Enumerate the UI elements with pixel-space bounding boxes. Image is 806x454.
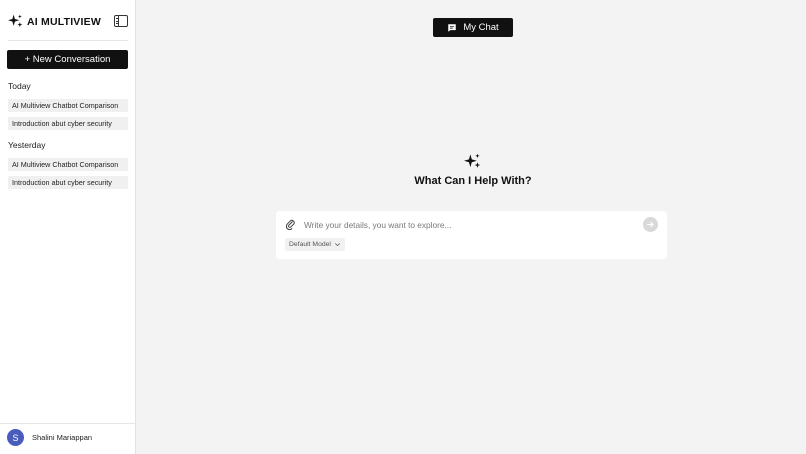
sidebar: AI MULTIVIEW + New Conversation Today AI… [0,0,136,454]
new-conversation-button[interactable]: + New Conversation [7,50,128,69]
user-name[interactable]: Shalini Mariappan [32,433,92,442]
sparkle-icon [464,153,481,168]
avatar[interactable]: S [7,429,24,446]
brand-name: AI MULTIVIEW [27,15,101,28]
conversation-item[interactable]: Introduction abut cyber security [8,117,128,130]
divider [8,40,128,41]
conversation-item[interactable]: AI Multiview Chatbot Comparison [8,99,128,112]
divider [0,423,136,424]
page-title: What Can I Help With? [414,175,532,187]
sidebar-toggle-icon[interactable] [114,15,128,27]
chevron-down-icon [335,243,340,247]
chat-bubble-icon [448,23,457,32]
section-label-today: Today [8,81,31,91]
model-select[interactable]: Default Model [285,238,345,251]
send-icon [646,221,654,228]
brand[interactable]: AI MULTIVIEW [8,14,101,29]
message-input[interactable] [304,217,634,232]
section-label-yesterday: Yesterday [8,140,46,150]
my-chat-button[interactable]: My Chat [433,18,513,37]
composer: Default Model [276,211,667,259]
model-select-label: Default Model [289,241,331,248]
conversation-item[interactable]: Introduction abut cyber security [8,176,128,189]
attach-icon[interactable] [285,219,296,230]
send-button[interactable] [643,217,658,232]
sparkle-icon [8,14,23,28]
my-chat-label: My Chat [463,22,499,33]
conversation-item[interactable]: AI Multiview Chatbot Comparison [8,158,128,171]
